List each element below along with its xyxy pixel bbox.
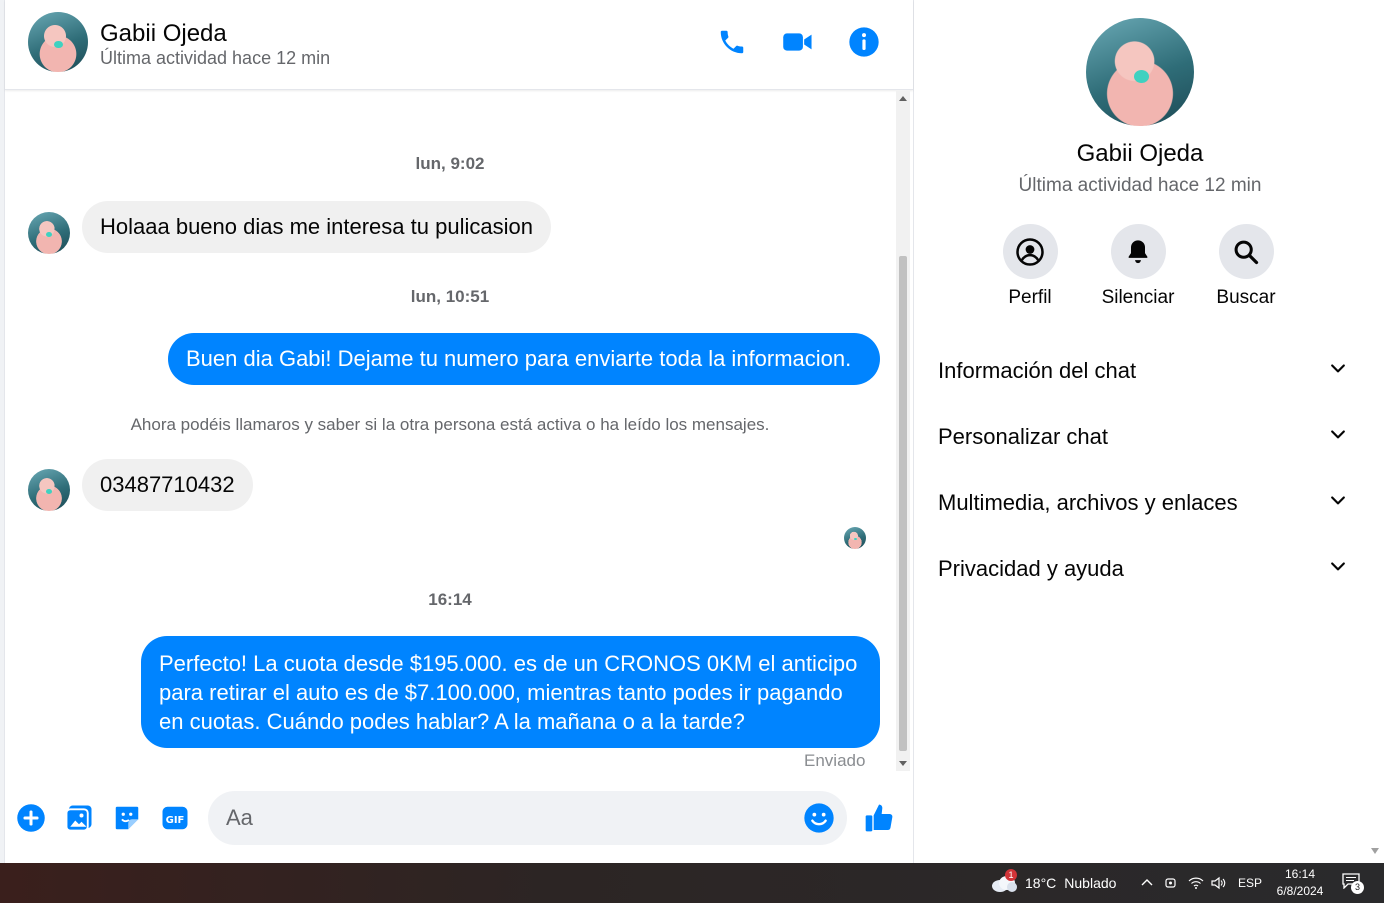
speaker-icon[interactable] [1210,863,1226,903]
plus-icon[interactable] [15,802,47,834]
sent-status: Enviado [804,751,866,770]
page-scrollbar[interactable] [1366,0,1384,863]
mute-action[interactable]: Silenciar [1098,224,1178,309]
clock-date: 6/8/2024 [1276,884,1324,898]
chat-header: Gabii Ojeda Última actividad hace 12 min [5,0,913,90]
section-label: Personalizar chat [938,424,1108,449]
incoming-message[interactable]: Holaaa bueno dias me interesa tu pulicas… [82,201,551,253]
language-indicator[interactable]: ESP [1238,863,1262,903]
bell-icon[interactable] [1110,224,1166,279]
composer: GIF Aa [5,772,913,863]
scroll-up-arrow[interactable] [899,96,907,101]
timestamp: 16:14 [428,590,472,609]
gif-icon[interactable]: GIF [159,802,191,834]
profile-action-label: Perfil [1008,287,1052,308]
svg-text:GIF: GIF [166,815,185,826]
weather-widget[interactable]: 1 18°C Nublado [990,863,1116,903]
weather-badge: 1 [1005,869,1017,881]
message-line: Perfecto! La cuota desde $195.000. es de… [159,650,858,676]
message-input-placeholder: Aa [226,805,253,830]
message-input[interactable]: Aa [208,791,847,845]
notification-count: 3 [1351,881,1364,894]
like-icon[interactable] [863,802,895,834]
windows-taskbar: 1 18°C Nublado ESP 16:14 6/8/2024 3 [0,863,1384,903]
section-chat-info[interactable]: Información del chat [938,346,1348,396]
info-icon[interactable] [847,25,881,59]
incoming-message[interactable]: 03487710432 [82,459,253,511]
call-availability-notice: Ahora podéis llamaros y saber si la otra… [130,415,770,434]
notification-center-icon[interactable]: 3 [1342,863,1364,903]
profile-icon[interactable] [1002,224,1058,279]
clock-time: 16:14 [1284,867,1316,881]
message-list[interactable]: lun, 9:02 Holaaa bueno dias me interesa … [5,91,895,771]
timestamp: lun, 10:51 [410,287,490,306]
weather-desc: Nublado [1064,875,1117,891]
timestamp: lun, 9:02 [415,154,485,173]
sender-avatar[interactable] [28,212,70,254]
profile-action[interactable]: Perfil [990,224,1070,309]
wifi-icon[interactable] [1188,863,1204,903]
panel-last-active: Última actividad hace 12 min [1018,175,1262,196]
chevron-down-icon [1328,556,1348,582]
section-label: Privacidad y ayuda [938,556,1124,581]
chevron-down-icon [1328,424,1348,450]
chat-scrollbar[interactable] [896,91,910,771]
scroll-thumb[interactable] [899,256,907,751]
message-line: en cuotas. Cuándo podes hablar? A la mañ… [159,708,745,734]
read-receipt-avatar [844,527,866,549]
contact-name[interactable]: Gabii Ojeda [100,20,227,48]
chevron-up-icon[interactable] [1140,863,1154,903]
mute-action-label: Silenciar [1101,287,1175,308]
section-label: Multimedia, archivos y enlaces [938,490,1238,515]
search-action-label: Buscar [1216,287,1276,308]
image-icon[interactable] [63,802,95,834]
chevron-down-icon [1328,358,1348,384]
section-privacy-help[interactable]: Privacidad y ayuda [938,544,1348,594]
clock[interactable]: 16:14 6/8/2024 [1275,863,1325,903]
message-line: para retirar el auto es de $7.100.000, m… [159,679,843,705]
section-customize-chat[interactable]: Personalizar chat [938,412,1348,462]
panel-contact-name: Gabii Ojeda [1076,140,1204,167]
cloud-icon: 1 [990,869,1020,893]
scroll-down-arrow[interactable] [1371,848,1379,854]
sender-avatar[interactable] [28,469,70,511]
emoji-icon[interactable] [803,802,835,834]
outgoing-message[interactable]: Perfecto! La cuota desde $195.000. es de… [141,636,880,748]
chevron-down-icon [1328,490,1348,516]
meet-icon[interactable] [1164,863,1178,903]
chat-info-panel: Gabii Ojeda Última actividad hace 12 min… [914,0,1366,863]
search-icon[interactable] [1218,224,1274,279]
chat-pane: Gabii Ojeda Última actividad hace 12 min… [5,0,914,863]
messenger-app: Gabii Ojeda Última actividad hace 12 min… [0,0,1384,863]
phone-icon[interactable] [715,25,749,59]
section-label: Información del chat [938,358,1137,383]
contact-avatar[interactable] [28,12,88,72]
video-camera-icon[interactable] [781,25,815,59]
outgoing-message[interactable]: Buen dia Gabi! Dejame tu numero para env… [168,333,880,385]
contact-last-active: Última actividad hace 12 min [100,48,331,68]
sticker-icon[interactable] [111,802,143,834]
weather-temp: 18°C [1025,875,1057,891]
search-action[interactable]: Buscar [1206,224,1286,309]
scroll-down-arrow[interactable] [899,761,907,766]
panel-contact-avatar[interactable] [1086,18,1194,126]
section-media-files-links[interactable]: Multimedia, archivos y enlaces [938,478,1348,528]
